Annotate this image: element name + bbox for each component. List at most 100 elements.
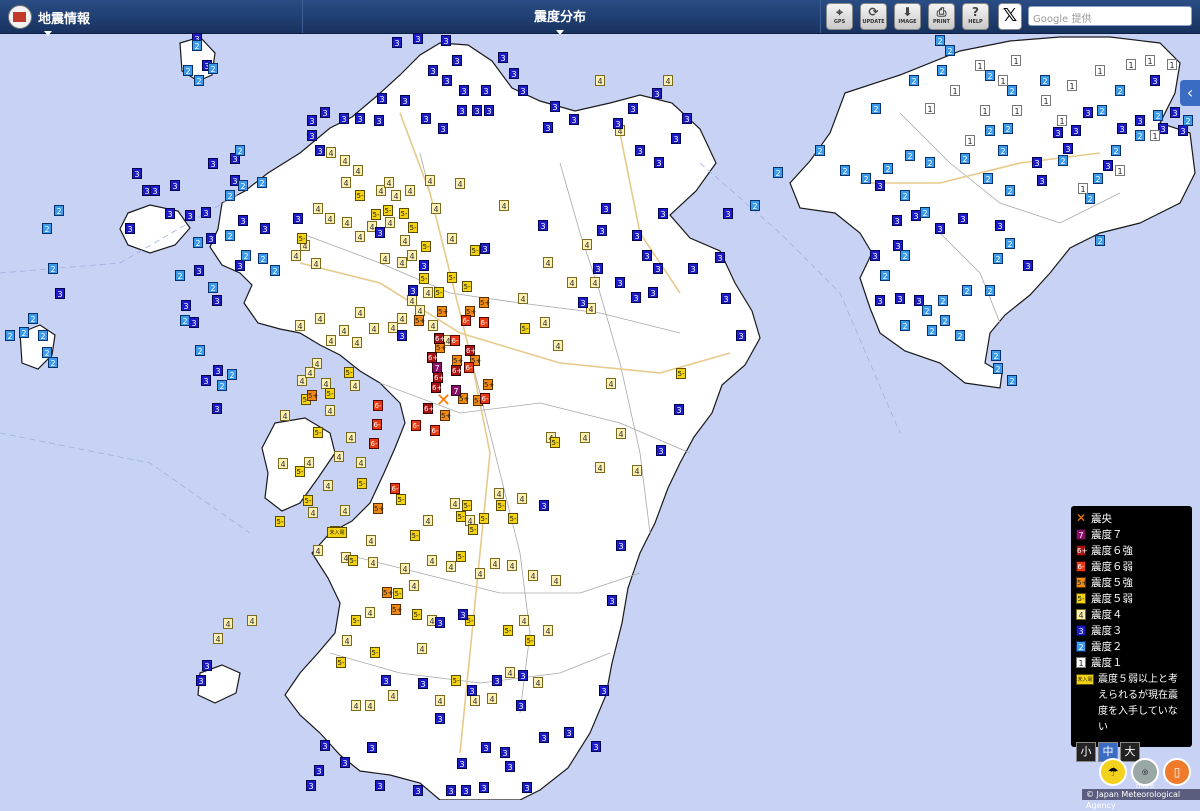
intensity-4-station[interactable]: 4 <box>323 480 333 491</box>
intensity-2-station[interactable]: 2 <box>270 265 280 276</box>
intensity-2-station[interactable]: 2 <box>920 207 930 218</box>
intensity-3-station[interactable]: 3 <box>481 85 491 96</box>
intensity-3-station[interactable]: 3 <box>875 295 885 306</box>
intensity-1-station[interactable]: 1 <box>1078 183 1088 194</box>
intensity-4-station[interactable]: 4 <box>342 217 352 228</box>
intensity-6l-station[interactable]: 6- <box>411 420 421 431</box>
intensity-7-station[interactable]: 7 <box>432 362 442 373</box>
intensity-3-station[interactable]: 3 <box>194 265 204 276</box>
intensity-4-station[interactable]: 4 <box>435 695 445 706</box>
intensity-3-station[interactable]: 3 <box>418 678 428 689</box>
intensity-2-station[interactable]: 2 <box>192 40 202 51</box>
intensity-3-station[interactable]: 3 <box>500 747 510 758</box>
intensity-3-station[interactable]: 3 <box>458 609 468 620</box>
intensity-4-station[interactable]: 4 <box>423 287 433 298</box>
intensity-5l-station[interactable]: 5- <box>470 245 480 256</box>
intensity-3-station[interactable]: 3 <box>340 757 350 768</box>
intensity-3-station[interactable]: 3 <box>539 500 549 511</box>
intensity-3-station[interactable]: 3 <box>522 782 532 793</box>
intensity-3-station[interactable]: 3 <box>875 180 885 191</box>
intensity-4-station[interactable]: 4 <box>582 239 592 250</box>
intensity-4-station[interactable]: 4 <box>340 505 350 516</box>
intensity-5l-station[interactable]: 5- <box>408 222 418 233</box>
intensity-2-station[interactable]: 2 <box>175 270 185 281</box>
intensity-4-station[interactable]: 4 <box>346 432 356 443</box>
intensity-5l-station[interactable]: 5- <box>351 615 361 626</box>
intensity-2-station[interactable]: 2 <box>1095 235 1105 246</box>
intensity-4-station[interactable]: 4 <box>213 633 223 644</box>
intensity-3-station[interactable]: 3 <box>438 123 448 134</box>
intensity-3-station[interactable]: 3 <box>1037 175 1047 186</box>
intensity-2-station[interactable]: 2 <box>5 330 15 341</box>
intensity-3-station[interactable]: 3 <box>599 685 609 696</box>
intensity-2-station[interactable]: 2 <box>909 75 919 86</box>
intensity-2-station[interactable]: 2 <box>1153 110 1163 121</box>
intensity-1-station[interactable]: 1 <box>1041 95 1051 106</box>
intensity-5u-station[interactable]: 5+ <box>437 306 448 317</box>
help-button[interactable]: ? HELP <box>962 3 989 30</box>
intensity-2-station[interactable]: 2 <box>1040 75 1050 86</box>
intensity-4-station[interactable]: 4 <box>423 515 433 526</box>
intensity-2-station[interactable]: 2 <box>871 103 881 114</box>
intensity-4-station[interactable]: 4 <box>567 277 577 288</box>
intensity-3-station[interactable]: 3 <box>306 780 316 791</box>
intensity-3-station[interactable]: 3 <box>260 223 270 234</box>
intensity-4-station[interactable]: 4 <box>278 458 288 469</box>
intensity-3-station[interactable]: 3 <box>408 285 418 296</box>
intensity-2-station[interactable]: 2 <box>993 253 1003 264</box>
intensity-1-station[interactable]: 1 <box>1150 130 1160 141</box>
intensity-2-station[interactable]: 2 <box>235 145 245 156</box>
main-menu[interactable]: 地震情報 <box>8 4 90 36</box>
intensity-3-station[interactable]: 3 <box>461 785 471 796</box>
intensity-3-station[interactable]: 3 <box>615 277 625 288</box>
intensity-3-station[interactable]: 3 <box>185 210 195 221</box>
intensity-3-station[interactable]: 3 <box>442 75 452 86</box>
intensity-5l-station[interactable]: 5- <box>456 551 466 562</box>
intensity-2-station[interactable]: 2 <box>193 237 203 248</box>
intensity-3-station[interactable]: 3 <box>1032 157 1042 168</box>
intensity-4-station[interactable]: 4 <box>308 507 318 518</box>
intensity-4-station[interactable]: 4 <box>385 217 395 228</box>
intensity-1-station[interactable]: 1 <box>980 105 990 116</box>
intensity-4-station[interactable]: 4 <box>590 277 600 288</box>
intensity-4-station[interactable]: 4 <box>431 203 441 214</box>
intensity-4-station[interactable]: 4 <box>339 325 349 336</box>
intensity-5u-station[interactable]: 5+ <box>382 587 393 598</box>
intensity-5l-station[interactable]: 5- <box>462 281 472 292</box>
intensity-4-station[interactable]: 4 <box>507 560 517 571</box>
intensity-4-station[interactable]: 4 <box>543 625 553 636</box>
intensity-2-station[interactable]: 2 <box>927 325 937 336</box>
intensity-2-station[interactable]: 2 <box>48 263 58 274</box>
intensity-6l-station[interactable]: 6- <box>373 400 383 411</box>
intensity-3-station[interactable]: 3 <box>578 297 588 308</box>
intensity-4-station[interactable]: 4 <box>490 558 500 569</box>
intensity-4-station[interactable]: 4 <box>365 607 375 618</box>
intensity-4-station[interactable]: 4 <box>313 545 323 556</box>
intensity-4-station[interactable]: 4 <box>340 155 350 166</box>
intensity-3-station[interactable]: 3 <box>150 185 160 196</box>
intensity-2-station[interactable]: 2 <box>880 270 890 281</box>
intensity-4-station[interactable]: 4 <box>417 643 427 654</box>
intensity-3-station[interactable]: 3 <box>613 118 623 129</box>
intensity-4-station[interactable]: 4 <box>369 323 379 334</box>
intensity-3-station[interactable]: 3 <box>601 203 611 214</box>
intensity-2-station[interactable]: 2 <box>1007 85 1017 96</box>
intensity-2-station[interactable]: 2 <box>54 205 64 216</box>
intensity-3-station[interactable]: 3 <box>569 114 579 125</box>
intensity-3-station[interactable]: 3 <box>642 250 652 261</box>
intensity-3-station[interactable]: 3 <box>457 105 467 116</box>
intensity-4-station[interactable]: 4 <box>499 200 509 211</box>
intensity-2-station[interactable]: 2 <box>883 163 893 174</box>
intensity-5l-station[interactable]: 5- <box>399 208 409 219</box>
intensity-3-station[interactable]: 3 <box>375 227 385 238</box>
intensity-4-station[interactable]: 4 <box>355 231 365 242</box>
intensity-3-station[interactable]: 3 <box>428 65 438 76</box>
intensity-5l-station[interactable]: 5- <box>525 635 535 646</box>
intensity-2-station[interactable]: 2 <box>183 65 193 76</box>
intensity-5l-station[interactable]: 5- <box>344 367 354 378</box>
intensity-3-station[interactable]: 3 <box>543 122 553 133</box>
intensity-5l-station[interactable]: 5- <box>456 511 466 522</box>
intensity-2-station[interactable]: 2 <box>773 167 783 178</box>
intensity-2-station[interactable]: 2 <box>1115 85 1125 96</box>
intensity-2-station[interactable]: 2 <box>962 285 972 296</box>
